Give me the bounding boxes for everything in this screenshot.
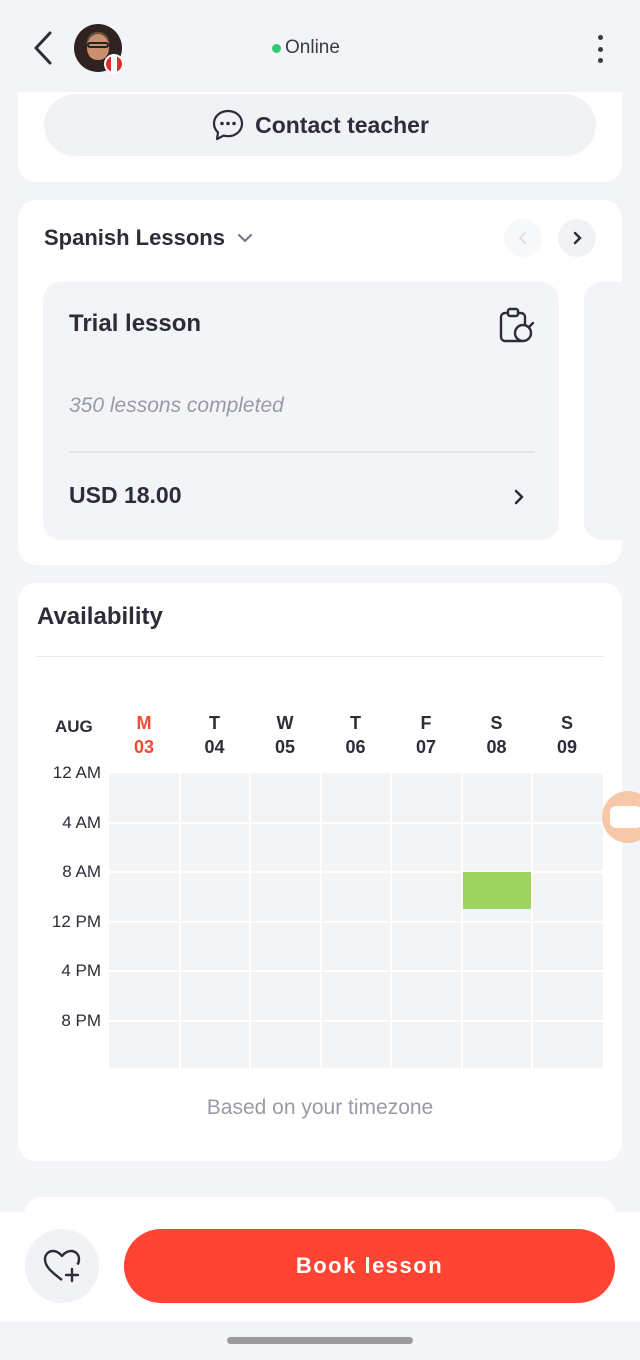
previous-lesson-button[interactable]: [504, 219, 542, 257]
grid-row-divider: [109, 920, 603, 923]
lesson-option-card[interactable]: Trial lesson 350 lessons completed USD 1…: [43, 282, 559, 540]
available-slot[interactable]: [462, 872, 531, 910]
favorite-button[interactable]: [25, 1229, 99, 1303]
more-options-button[interactable]: [590, 32, 610, 66]
day-header[interactable]: T 04: [180, 711, 250, 759]
day-header[interactable]: W 05: [250, 711, 320, 759]
timezone-note: Based on your timezone: [206, 1096, 434, 1119]
day-header[interactable]: M 03: [109, 711, 179, 759]
availability-card: Availability AUG M 03 T 04 W 05 T 06 F 07 S 08 S 09 1…: [18, 583, 622, 1161]
day-of-week: S: [560, 713, 573, 733]
time-label: 8 PM: [61, 1010, 101, 1030]
contact-teacher-label: Contact teacher: [255, 111, 429, 138]
lesson-divider: [69, 451, 535, 453]
day-of-week: T: [209, 713, 220, 733]
canada-flag-icon: [104, 54, 124, 74]
day-header[interactable]: S 09: [532, 711, 602, 759]
day-header[interactable]: S 08: [462, 711, 532, 759]
availability-grid[interactable]: [109, 773, 603, 1068]
back-button[interactable]: [28, 28, 58, 68]
day-date: 05: [274, 737, 296, 757]
grid-row-divider: [109, 821, 603, 824]
heart-plus-icon: [43, 1249, 81, 1283]
day-date: 09: [556, 737, 578, 757]
availability-title: Availability: [37, 603, 163, 630]
contact-card: Contact teacher: [18, 80, 622, 182]
time-label: 12 PM: [51, 911, 101, 931]
chevron-right-icon: [509, 484, 529, 510]
avatar-glasses: [87, 42, 109, 48]
clipboard-search-icon: [499, 307, 535, 343]
lessons-completed: 350 lessons completed: [69, 394, 284, 417]
more-vertical-icon: [597, 35, 603, 40]
home-indicator[interactable]: [227, 1337, 413, 1344]
subject-selector[interactable]: Spanish Lessons: [44, 220, 253, 256]
day-date: 04: [204, 737, 225, 757]
day-of-week: W: [276, 713, 294, 733]
grid-row-divider: [109, 1019, 603, 1022]
online-dot-icon: [272, 43, 281, 53]
online-status: Online: [272, 36, 340, 60]
chevron-right-icon: [573, 231, 582, 245]
teacher-avatar[interactable]: [74, 24, 124, 74]
contact-teacher-button[interactable]: Contact teacher: [44, 94, 596, 156]
day-of-week: F: [420, 713, 432, 733]
more-dot: [597, 46, 603, 52]
lessons-card: Spanish Lessons Trial lesson 350 lessons…: [18, 200, 622, 565]
day-date: 03: [133, 737, 155, 757]
day-date: 06: [345, 737, 366, 757]
day-date: 08: [486, 737, 507, 757]
book-lesson-button[interactable]: Book lesson: [124, 1229, 615, 1303]
subject-label: Spanish Lessons: [44, 225, 225, 250]
day-date: 07: [415, 737, 437, 757]
chevron-left-icon: [34, 31, 52, 65]
next-lesson-card-peek[interactable]: [584, 282, 622, 540]
time-label: 4 PM: [61, 961, 101, 980]
day-of-week: T: [350, 713, 361, 733]
next-lesson-button[interactable]: [558, 219, 596, 257]
availability-divider: [37, 656, 603, 657]
status-label: Online: [285, 37, 340, 58]
day-of-week: S: [490, 713, 503, 733]
day-header[interactable]: F 07: [391, 711, 461, 759]
chevron-down-icon: [237, 233, 253, 243]
grid-row-divider: [109, 970, 603, 972]
day-of-week: M: [136, 713, 152, 733]
time-label: 12 AM: [52, 763, 101, 782]
time-label: 4 AM: [62, 812, 101, 832]
day-header[interactable]: T 06: [321, 711, 391, 759]
lesson-title: Trial lesson: [69, 310, 202, 337]
lesson-price: USD 18.00: [69, 482, 182, 508]
video-camera-icon: [610, 806, 640, 828]
chevron-left-icon: [518, 232, 526, 244]
top-bar: Online: [0, 0, 640, 92]
month-label: AUG: [55, 717, 93, 736]
bottom-action-bar: Book lesson: [0, 1212, 640, 1322]
chat-bubble-icon: [212, 109, 244, 141]
time-label: 8 AM: [62, 862, 101, 881]
more-dot: [597, 58, 603, 63]
